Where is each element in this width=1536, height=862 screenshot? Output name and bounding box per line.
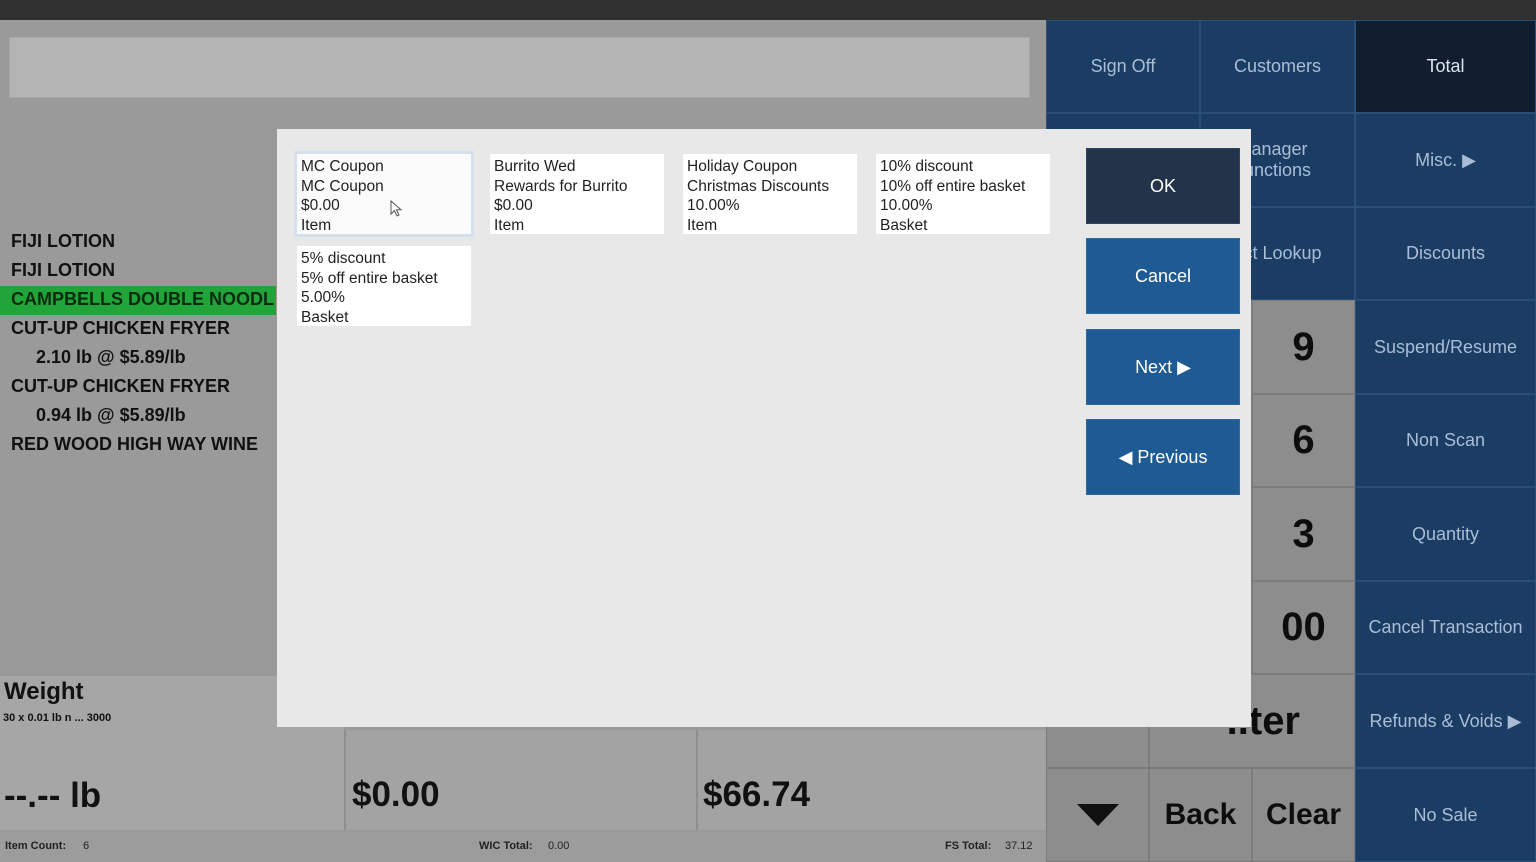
non-scan-button[interactable]: Non Scan [1355, 394, 1536, 487]
total-button[interactable]: Total [1355, 20, 1536, 113]
discount-type: Basket [880, 216, 928, 234]
discount-amount: 10.00% [687, 197, 740, 214]
receipt-line[interactable]: FIJI LOTION [0, 257, 276, 286]
discount-description: 10% off entire basket [880, 177, 1026, 195]
receipt-line[interactable]: CUT-UP CHICKEN FRYER [0, 373, 276, 402]
discount-name: 10% discount [880, 158, 974, 175]
weight-value: --.-- lb [4, 776, 102, 815]
receipt-line[interactable]: FIJI LOTION [0, 228, 276, 257]
manager-label-2: unctions [1243, 160, 1312, 180]
discount-card[interactable]: 5% discount 5% off entire basket 5.00% B… [297, 246, 471, 326]
arrow-down-icon [1076, 804, 1119, 826]
discount-amount: $0.00 [301, 197, 340, 214]
fs-total: 37.12 [1005, 840, 1033, 852]
refunds-voids-button[interactable]: Refunds & Voids ▶ [1355, 674, 1536, 768]
no-sale-button[interactable]: No Sale [1355, 768, 1536, 862]
receipt-line-selected[interactable]: CAMPBELLS DOUBLE NOODL [0, 286, 276, 315]
discount-dialog: MC Coupon MC Coupon $0.00 Item Burrito W… [277, 129, 1251, 727]
keypad-00[interactable]: 00 [1252, 581, 1355, 674]
window-top-bar [0, 0, 1536, 20]
discount-name: Holiday Coupon [687, 158, 798, 175]
discount-name: 5% discount [301, 250, 386, 267]
wic-total: 0.00 [548, 840, 570, 852]
status-footer: Item Count: 6 WIC Total: 0.00 FS Total: … [0, 832, 1046, 862]
keypad-3[interactable]: 3 [1252, 487, 1355, 581]
previous-button[interactable]: ◀ Previous [1086, 419, 1240, 495]
discount-card[interactable]: Burrito Wed Rewards for Burrito $0.00 It… [490, 154, 664, 234]
clear-button[interactable]: Clear [1252, 768, 1355, 862]
discount-amount: 5.00% [301, 289, 345, 306]
discount-card-selected[interactable]: MC Coupon MC Coupon $0.00 Item [297, 154, 471, 234]
discount-card[interactable]: Holiday Coupon Christmas Discounts 10.00… [683, 154, 857, 234]
scroll-down-button[interactable] [1046, 768, 1149, 862]
discount-name: MC Coupon [301, 158, 384, 175]
next-button[interactable]: Next ▶ [1086, 329, 1240, 405]
receipt-line[interactable]: RED WOOD HIGH WAY WINE [0, 431, 276, 460]
discount-amount: $0.00 [494, 197, 533, 214]
quantity-button[interactable]: Quantity [1355, 487, 1536, 581]
discount-description: Rewards for Burrito [494, 177, 628, 195]
discount-type: Item [687, 216, 718, 234]
fs-total-label: FS Total: [945, 840, 992, 852]
discount-description: 5% off entire basket [301, 269, 438, 287]
discount-type: Basket [301, 308, 349, 326]
keypad-6[interactable]: 6 [1252, 394, 1355, 487]
customers-button[interactable]: Customers [1200, 20, 1355, 113]
item-count: 6 [83, 840, 90, 852]
scale-spec: 30 x 0.01 lb n ... 3000 [3, 712, 112, 724]
scan-input[interactable] [9, 37, 1030, 98]
suspend-resume-button[interactable]: Suspend/Resume [1355, 300, 1536, 394]
discount-type: Item [301, 216, 332, 234]
mouse-cursor-icon [390, 200, 403, 217]
weight-label: Weight [4, 678, 84, 705]
receipt-line-detail: 0.94 lb @ $5.89/lb [36, 405, 186, 425]
discount-card[interactable]: 10% discount 10% off entire basket 10.00… [876, 154, 1050, 234]
receipt-list: FIJI LOTION FIJI LOTION CAMPBELLS DOUBLE… [0, 228, 276, 460]
total-amount: $66.74 [703, 775, 811, 814]
receipt-line-detail: 2.10 lb @ $5.89/lb [36, 347, 186, 367]
back-button[interactable]: Back [1149, 768, 1252, 862]
misc-button[interactable]: Misc. ▶ [1355, 113, 1536, 207]
discount-type: Item [494, 216, 525, 234]
receipt-line[interactable]: CUT-UP CHICKEN FRYER [0, 315, 276, 344]
manager-label: lanager [1247, 139, 1308, 159]
keypad-9[interactable]: 9 [1252, 300, 1355, 394]
cancel-button[interactable]: Cancel [1086, 238, 1240, 314]
discount-amount: 10.00% [880, 197, 933, 214]
discount-name: Burrito Wed [494, 158, 576, 175]
ok-button[interactable]: OK [1086, 148, 1240, 224]
discounts-button[interactable]: Discounts [1355, 207, 1536, 300]
discount-description: Christmas Discounts [687, 177, 830, 195]
cancel-transaction-button[interactable]: Cancel Transaction [1355, 581, 1536, 674]
sign-off-button[interactable]: Sign Off [1046, 20, 1200, 113]
discount-description: MC Coupon [301, 177, 384, 195]
subtotal-amount: $0.00 [352, 775, 440, 814]
wic-total-label: WIC Total: [479, 840, 533, 852]
item-count-label: Item Count: [5, 840, 67, 852]
